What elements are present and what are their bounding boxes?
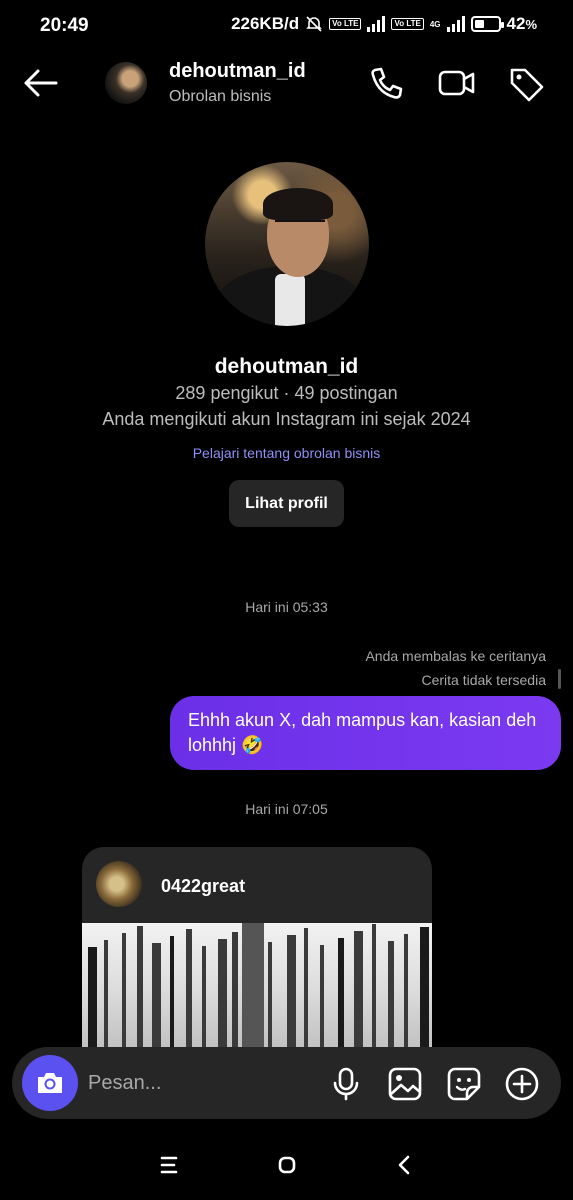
timestamp: Hari ini 05:33	[245, 599, 328, 615]
status-time: 20:49	[40, 15, 89, 36]
profile-username: dehoutman_id	[214, 355, 359, 378]
battery-percent: 42%	[506, 14, 537, 33]
system-nav-bar	[0, 1140, 573, 1200]
shared-post-card[interactable]: 0422great	[82, 847, 432, 1057]
tree-trunk	[372, 924, 376, 1057]
message-composer	[12, 1047, 561, 1119]
timestamp: Hari ini 07:05	[245, 801, 328, 817]
shared-post-avatar	[96, 861, 142, 907]
back-arrow-icon[interactable]	[20, 66, 64, 100]
battery-icon	[470, 16, 504, 32]
header-avatar[interactable]	[105, 62, 147, 104]
signal-bars-icon	[367, 16, 386, 32]
outgoing-message-bubble[interactable]: Ehhh akun X, dah mampus kan, kasian deh …	[170, 696, 561, 770]
tree-trunk	[152, 943, 161, 1057]
tree-trunk	[268, 942, 272, 1057]
tree-trunk	[202, 946, 206, 1057]
tree-trunk	[354, 931, 363, 1057]
learn-business-chat-link[interactable]: Pelajari tentang obrolan bisnis	[0, 445, 573, 461]
network-speed: 226KB/d	[231, 14, 300, 33]
tree-trunk	[170, 936, 174, 1057]
tree-trunk	[104, 940, 108, 1057]
back-nav-icon[interactable]	[390, 1154, 420, 1176]
header-subtitle: Obrolan bisnis	[169, 88, 272, 105]
tree-trunk	[137, 926, 143, 1057]
video-call-icon[interactable]	[437, 64, 477, 102]
camera-icon	[38, 1073, 62, 1093]
phone-icon[interactable]	[366, 64, 406, 102]
chat-header: dehoutman_id Obrolan bisnis	[0, 52, 573, 114]
tree-trunk	[388, 941, 394, 1057]
tag-icon[interactable]	[507, 64, 547, 102]
volte-badge: Vo LTE	[329, 18, 362, 30]
follow-since-text: Anda mengikuti akun Instagram ini sejak …	[102, 409, 471, 429]
tree-trunk	[287, 935, 296, 1057]
mute-bell-icon	[306, 16, 323, 32]
status-indicators: 226KB/d Vo LTE Vo LTE 4G 42%	[231, 14, 537, 34]
tree-trunk	[242, 923, 264, 1057]
tree-trunk	[218, 939, 227, 1057]
lte-label: 4G	[429, 19, 441, 29]
reply-note: Anda membalas ke ceritanya	[365, 648, 546, 664]
microphone-icon[interactable]	[328, 1066, 364, 1102]
tree-trunk	[404, 934, 408, 1057]
volte-badge-2: Vo LTE	[391, 18, 424, 30]
tree-trunk	[304, 928, 308, 1057]
status-bar: 20:49 226KB/d Vo LTE Vo LTE 4G 42%	[0, 0, 573, 52]
profile-avatar[interactable]	[205, 162, 369, 326]
home-icon[interactable]	[272, 1154, 302, 1176]
shared-post-username: 0422great	[161, 876, 246, 896]
tree-trunk	[122, 933, 126, 1057]
sticker-icon[interactable]	[446, 1066, 482, 1102]
view-profile-button[interactable]: Lihat profil	[229, 480, 344, 527]
tree-trunk	[320, 945, 324, 1057]
header-username[interactable]: dehoutman_id	[169, 60, 306, 83]
story-unavailable-note: Cerita tidak tersedia	[421, 672, 546, 688]
plus-circle-icon[interactable]	[504, 1066, 540, 1102]
tree-trunk	[338, 938, 344, 1057]
tree-trunk	[186, 929, 192, 1057]
shared-post-image[interactable]	[82, 923, 432, 1057]
profile-stats: 289 pengikut · 49 postingan	[175, 383, 398, 403]
signal-bars-icon-2	[446, 16, 465, 32]
camera-button[interactable]	[22, 1055, 78, 1111]
gallery-icon[interactable]	[387, 1066, 423, 1102]
reply-indicator-bar	[558, 669, 561, 689]
message-input[interactable]	[88, 1069, 308, 1097]
tree-trunk	[420, 927, 429, 1057]
tree-trunk	[232, 932, 238, 1057]
recent-apps-icon[interactable]	[154, 1154, 184, 1176]
tree-trunk	[88, 947, 97, 1057]
